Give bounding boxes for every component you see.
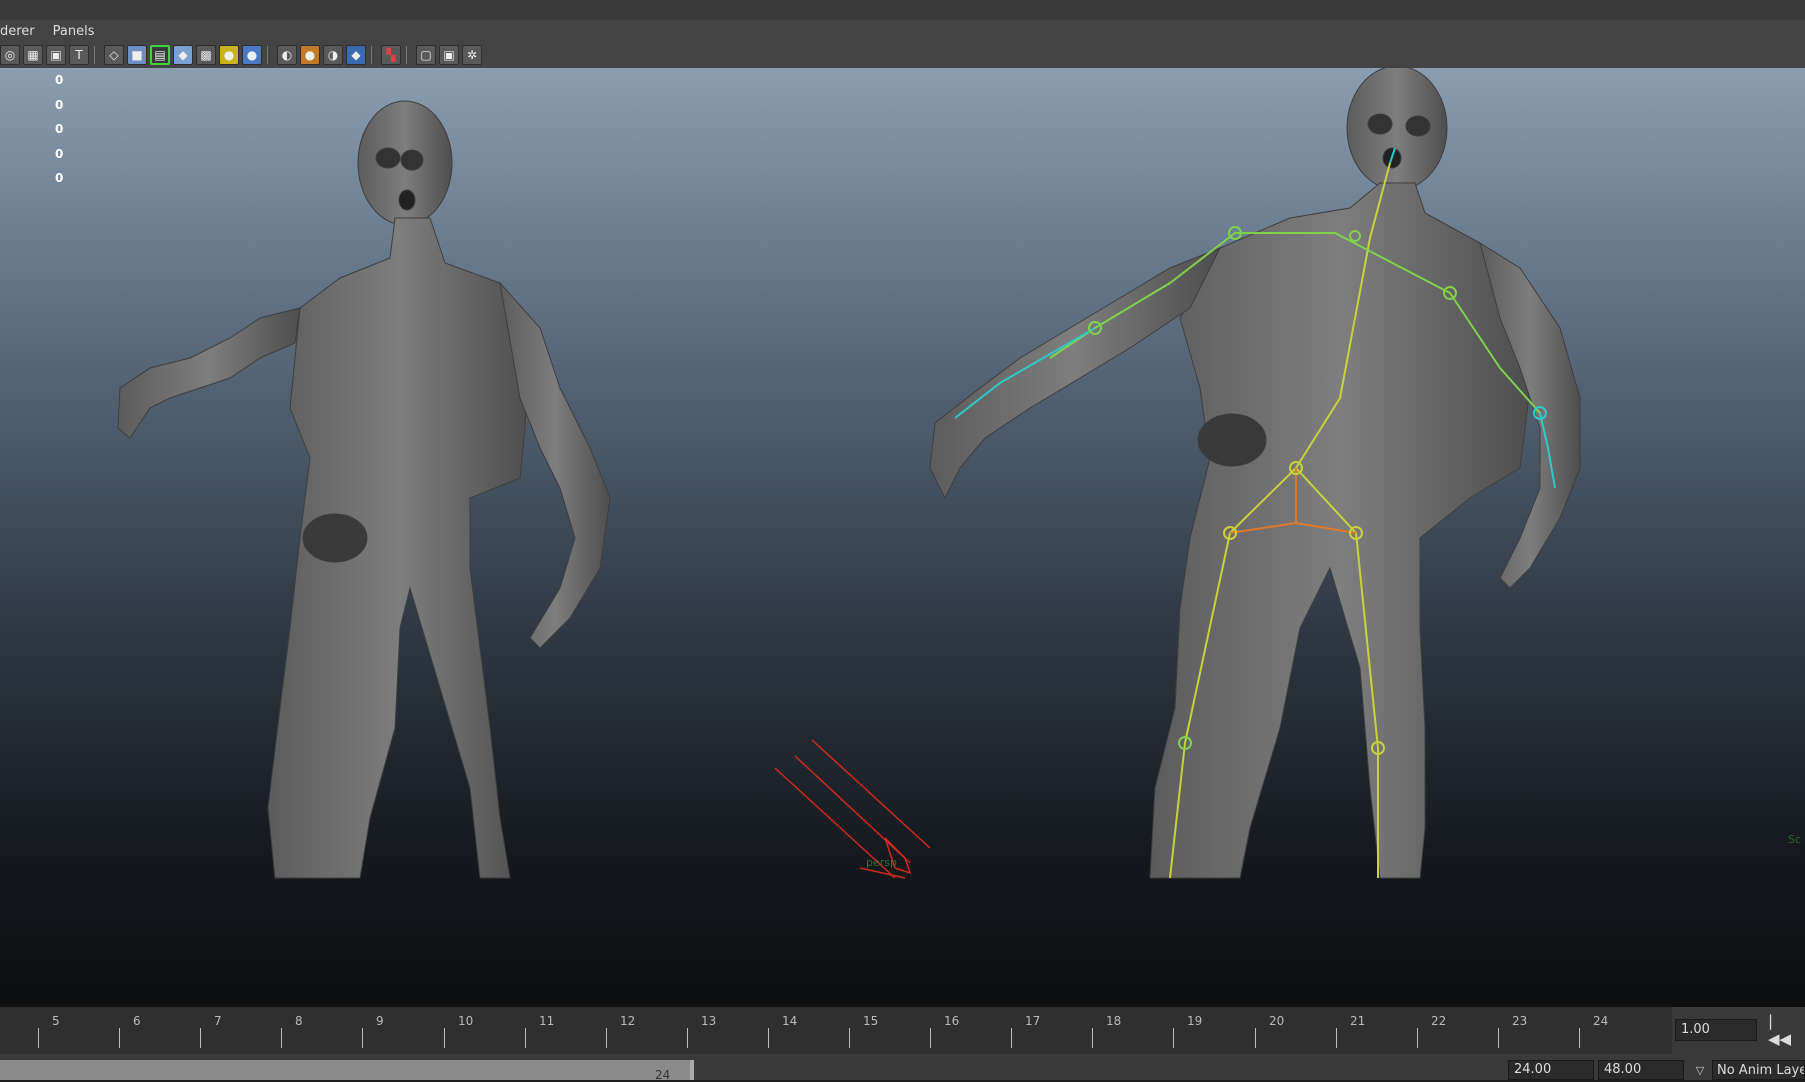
default-material-icon[interactable]: ◆ (173, 45, 193, 65)
shadows-icon[interactable]: ● (242, 45, 262, 65)
timeline-tick (1579, 1028, 1580, 1048)
motion-blur-icon[interactable]: ● (300, 45, 320, 65)
depth-of-field-icon[interactable]: ◆ (346, 45, 366, 65)
timeline-tick-label: 5 (52, 1014, 60, 1028)
joints-toggle-icon[interactable]: ✲ (462, 45, 482, 65)
scene-canvas: persp Sc (117, 68, 1801, 879)
camera-label: persp (866, 856, 897, 869)
anim-layer-selector[interactable]: No Anim Layer (1712, 1060, 1805, 1080)
toolbar-separator (371, 46, 376, 64)
timeline-tick-label: 9 (376, 1014, 384, 1028)
timeline-tick-label: 15 (863, 1014, 879, 1028)
timeline-tick (362, 1028, 363, 1048)
timeline-tick-label: 24 (1593, 1014, 1609, 1028)
panel-menubar: derer Panels (0, 20, 1805, 42)
timeline-tick-label: 22 (1431, 1014, 1447, 1028)
range-slider-bar: 24 24.00 48.00 ▽ No Anim Layer (0, 1054, 1805, 1082)
wireframe-on-shaded-icon[interactable]: ▤ (150, 45, 170, 65)
timeline-tick (200, 1028, 201, 1048)
timeline-tick-label: 13 (701, 1014, 717, 1028)
textured-icon[interactable]: ▩ (196, 45, 216, 65)
timeline-tick-label: 10 (458, 1014, 474, 1028)
creature-model-left[interactable] (117, 100, 611, 879)
xray-joints-icon[interactable]: ▣ (439, 45, 459, 65)
timeline-tick-label: 12 (620, 1014, 636, 1028)
toolbar-separator (406, 46, 411, 64)
timeline-tick-label: 18 (1106, 1014, 1122, 1028)
timeline-tick (768, 1028, 769, 1048)
camera-gizmo[interactable] (774, 739, 931, 879)
end-time-field[interactable]: 24.00 (1508, 1060, 1594, 1080)
timeline-tick (1173, 1028, 1174, 1048)
resolution-gate-icon[interactable]: ▣ (46, 45, 66, 65)
timeline-tick-label: 11 (539, 1014, 555, 1028)
isolate-select-icon[interactable]: ▚ (381, 45, 401, 65)
timeline-tick-label: 16 (944, 1014, 960, 1028)
use-all-lights-icon[interactable]: ● (219, 45, 239, 65)
timeline-tick (1092, 1028, 1093, 1048)
anti-alias-icon[interactable]: ◑ (323, 45, 343, 65)
timeline-tick (119, 1028, 120, 1048)
xray-icon[interactable]: ▢ (416, 45, 436, 65)
timeline-tick-label: 23 (1512, 1014, 1528, 1028)
menu-panels[interactable]: Panels (53, 24, 103, 39)
wireframe-icon[interactable]: ◇ (104, 45, 124, 65)
timeline-tick (1011, 1028, 1012, 1048)
timeline-tick-label: 21 (1350, 1014, 1366, 1028)
3d-viewport[interactable]: 0 0 0 0 0 persp Sc (0, 68, 1805, 1006)
timeline-tick-label: 8 (295, 1014, 303, 1028)
time-ruler[interactable]: 5 6 7 8 9 10 11 12 13 14 15 16 17 18 19 20 21 22 23 24 (0, 1007, 1672, 1055)
text-hud-icon[interactable]: T (69, 45, 89, 65)
timeline-tick-label: 14 (782, 1014, 798, 1028)
grid-toggle-icon[interactable]: ▦ (23, 45, 43, 65)
camera-icon[interactable]: ◎ (0, 45, 20, 65)
time-slider[interactable]: 5 6 7 8 9 10 11 12 13 14 15 16 17 18 19 20 21 22 23 24 1.00… (0, 1006, 1805, 1055)
timeline-tick-label: 7 (214, 1014, 222, 1028)
timeline-tick (444, 1028, 445, 1048)
timeline-tick (687, 1028, 688, 1048)
title-strip (0, 0, 1805, 21)
toolbar-separator (94, 46, 99, 64)
timeline-tick (1336, 1028, 1337, 1048)
timeline-tick (930, 1028, 931, 1048)
smooth-shade-icon[interactable]: ■ (127, 45, 147, 65)
timeline-tick (606, 1028, 607, 1048)
timeline-tick (1255, 1028, 1256, 1048)
timeline-tick-label: 17 (1025, 1014, 1041, 1028)
timeline-tick (1417, 1028, 1418, 1048)
timeline-tick (525, 1028, 526, 1048)
menu-renderer[interactable]: derer (0, 24, 43, 39)
toolbar-separator (267, 46, 272, 64)
goto-start-button[interactable]: |◀◀ (1768, 1012, 1796, 1048)
timeline-tick-label: 20 (1269, 1014, 1285, 1028)
screen-space-ao-icon[interactable]: ◐ (277, 45, 297, 65)
current-frame-field[interactable]: 1.00 (1675, 1019, 1757, 1041)
timeline-tick (1498, 1028, 1499, 1048)
creature-model-right[interactable] (929, 68, 1581, 879)
timeline-tick-label: 6 (133, 1014, 141, 1028)
timeline-tick (849, 1028, 850, 1048)
chevron-down-icon[interactable]: ▽ (1690, 1060, 1710, 1080)
timeline-tick (38, 1028, 39, 1048)
timeline-tick-label: 19 (1187, 1014, 1203, 1028)
corner-label: Sc (1788, 833, 1801, 846)
viewport-toolbar: ◎ ▦ ▣ T ◇ ■ ▤ ◆ ▩ ● ● ◐ ● ◑ ◆ ▚ ▢ ▣ ✲ (0, 42, 1805, 69)
max-time-field[interactable]: 48.00 (1598, 1060, 1684, 1080)
timeline-tick (281, 1028, 282, 1048)
range-slider[interactable]: 24 (0, 1060, 694, 1082)
